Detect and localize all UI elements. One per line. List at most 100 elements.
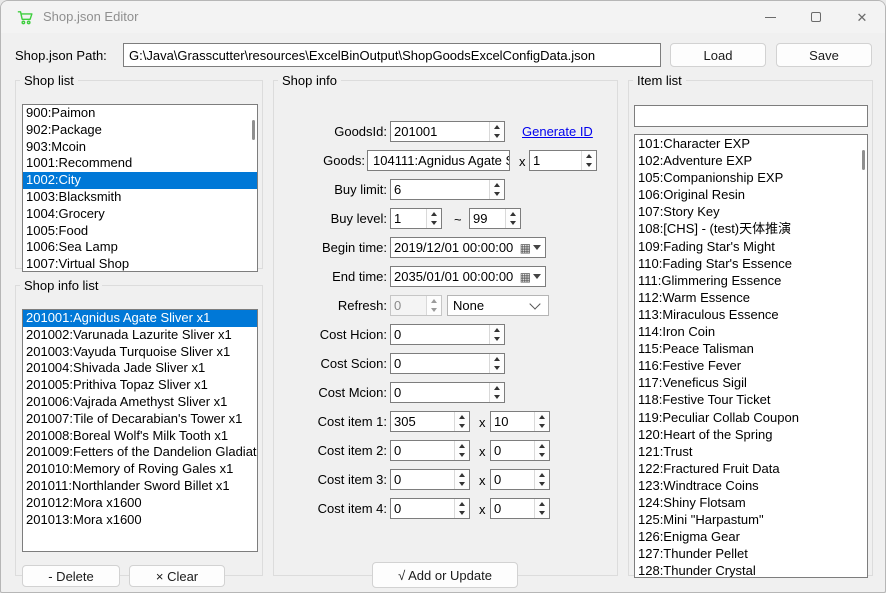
list-item[interactable]: 109:Fading Star's Might (635, 238, 867, 255)
list-item[interactable]: 102:Adventure EXP (635, 152, 867, 169)
list-item[interactable]: 126:Enigma Gear (635, 528, 867, 545)
list-item[interactable]: 1004:Grocery (23, 206, 257, 223)
list-item[interactable]: 128:Thunder Crystal (635, 562, 867, 578)
cost-mcion-spinner[interactable]: 0 (390, 382, 505, 403)
list-item[interactable]: 121:Trust (635, 443, 867, 460)
list-item[interactable]: 115:Peace Talisman (635, 340, 867, 357)
list-item[interactable]: 112:Warm Essence (635, 289, 867, 306)
spinner-buttons[interactable] (489, 354, 504, 373)
spin-down-icon[interactable] (490, 132, 504, 142)
list-item[interactable]: 113:Miraculous Essence (635, 306, 867, 323)
path-input[interactable]: G:\Java\Grasscutter\resources\ExcelBinOu… (123, 43, 661, 67)
buy-level-min-spinner[interactable]: 1 (390, 208, 442, 229)
spinner-buttons[interactable] (581, 151, 596, 170)
list-item[interactable]: 117:Veneficus Sigil (635, 374, 867, 391)
spin-up-icon[interactable] (535, 412, 549, 422)
spin-up-icon[interactable] (490, 325, 504, 335)
buy-level-max-spinner[interactable]: 99 (469, 208, 521, 229)
begin-time-picker[interactable]: 2019/12/01 00:00:00 (390, 237, 546, 258)
cost-scion-spinner[interactable]: 0 (390, 353, 505, 374)
calendar-icon[interactable] (520, 268, 531, 286)
spin-down-icon[interactable] (455, 451, 469, 461)
spin-up-icon[interactable] (535, 441, 549, 451)
list-item[interactable]: 902:Package (23, 122, 257, 139)
list-item[interactable]: 125:Mini "Harpastum" (635, 511, 867, 528)
spin-down-icon[interactable] (490, 393, 504, 403)
cost-item-2-count-spinner[interactable]: 0 (490, 440, 550, 461)
dropdown-arrow-icon[interactable] (533, 245, 541, 250)
spinner-buttons[interactable] (426, 209, 441, 228)
spin-up-icon[interactable] (582, 151, 596, 161)
spin-down-icon[interactable] (490, 364, 504, 374)
spin-down-icon[interactable] (582, 161, 596, 171)
goods-combobox[interactable]: 104111:Agnidus Agate S (367, 150, 510, 171)
refresh-type-dropdown[interactable]: None (447, 295, 549, 316)
cost-item-2-id-spinner[interactable]: 0 (390, 440, 470, 461)
clear-button[interactable]: × Clear (129, 565, 225, 587)
goods-id-spinner[interactable]: 201001 (390, 121, 505, 142)
list-item[interactable]: 127:Thunder Pellet (635, 545, 867, 562)
spin-up-icon[interactable] (455, 441, 469, 451)
list-item[interactable]: 106:Original Resin (635, 186, 867, 203)
minimize-button[interactable] (747, 1, 793, 33)
item-search-input[interactable] (634, 105, 868, 127)
spin-up-icon[interactable] (535, 499, 549, 509)
cost-item-4-count-spinner[interactable]: 0 (490, 498, 550, 519)
cost-item-1-id-spinner[interactable]: 305 (390, 411, 470, 432)
spinner-buttons[interactable] (489, 122, 504, 141)
spin-down-icon[interactable] (535, 422, 549, 432)
list-item[interactable]: 201004:Shivada Jade Sliver x1 (23, 360, 257, 377)
list-item[interactable]: 201007:Tile of Decarabian's Tower x1 (23, 411, 257, 428)
load-button[interactable]: Load (670, 43, 766, 67)
spin-down-icon[interactable] (427, 219, 441, 229)
spinner-buttons[interactable] (534, 470, 549, 489)
scrollbar-thumb[interactable] (252, 120, 255, 140)
generate-id-link[interactable]: Generate ID (522, 124, 593, 139)
list-item[interactable]: 123:Windtrace Coins (635, 477, 867, 494)
list-item[interactable]: 201006:Vajrada Amethyst Sliver x1 (23, 394, 257, 411)
spin-down-icon[interactable] (455, 480, 469, 490)
list-item[interactable]: 114:Iron Coin (635, 323, 867, 340)
list-item[interactable]: 1005:Food (23, 223, 257, 240)
list-item[interactable]: 201003:Vayuda Turquoise Sliver x1 (23, 344, 257, 361)
spinner-buttons[interactable] (454, 470, 469, 489)
spin-down-icon[interactable] (490, 190, 504, 200)
list-item[interactable]: 120:Heart of the Spring (635, 426, 867, 443)
list-item[interactable]: 201013:Mora x1600 (23, 512, 257, 529)
spinner-buttons[interactable] (534, 441, 549, 460)
spin-down-icon[interactable] (506, 219, 520, 229)
spinner-buttons[interactable] (489, 383, 504, 402)
list-item[interactable]: 1006:Sea Lamp (23, 239, 257, 256)
spin-down-icon[interactable] (535, 451, 549, 461)
spinner-buttons[interactable] (534, 499, 549, 518)
list-item[interactable]: 201008:Boreal Wolf's Milk Tooth x1 (23, 428, 257, 445)
list-item[interactable]: 1007:Virtual Shop (23, 256, 257, 272)
spin-down-icon[interactable] (535, 480, 549, 490)
spin-up-icon[interactable] (455, 412, 469, 422)
shop-listbox[interactable]: 900:Paimon902:Package903:Mcoin1001:Recom… (22, 104, 258, 272)
maximize-button[interactable] (793, 1, 839, 33)
spin-up-icon[interactable] (490, 180, 504, 190)
list-item[interactable]: 201002:Varunada Lazurite Sliver x1 (23, 327, 257, 344)
list-item[interactable]: 105:Companionship EXP (635, 169, 867, 186)
list-item[interactable]: 119:Peculiar Collab Coupon (635, 409, 867, 426)
spin-down-icon[interactable] (535, 509, 549, 519)
cost-item-3-id-spinner[interactable]: 0 (390, 469, 470, 490)
list-item[interactable]: 101:Character EXP (635, 135, 867, 152)
spinner-buttons[interactable] (489, 325, 504, 344)
spin-up-icon[interactable] (455, 499, 469, 509)
list-item[interactable]: 1003:Blacksmith (23, 189, 257, 206)
cost-item-1-count-spinner[interactable]: 10 (490, 411, 550, 432)
spinner-buttons[interactable] (534, 412, 549, 431)
list-item[interactable]: 116:Festive Fever (635, 357, 867, 374)
spinner-buttons[interactable] (454, 412, 469, 431)
close-button[interactable]: ✕ (839, 1, 885, 33)
list-item[interactable]: 201012:Mora x1600 (23, 495, 257, 512)
add-or-update-button[interactable]: √ Add or Update (372, 562, 518, 588)
spin-up-icon[interactable] (427, 209, 441, 219)
end-time-picker[interactable]: 2035/01/01 00:00:00 (390, 266, 546, 287)
list-item[interactable]: 107:Story Key (635, 203, 867, 220)
cost-hcion-spinner[interactable]: 0 (390, 324, 505, 345)
calendar-icon[interactable] (520, 239, 531, 257)
spinner-buttons[interactable] (505, 209, 520, 228)
